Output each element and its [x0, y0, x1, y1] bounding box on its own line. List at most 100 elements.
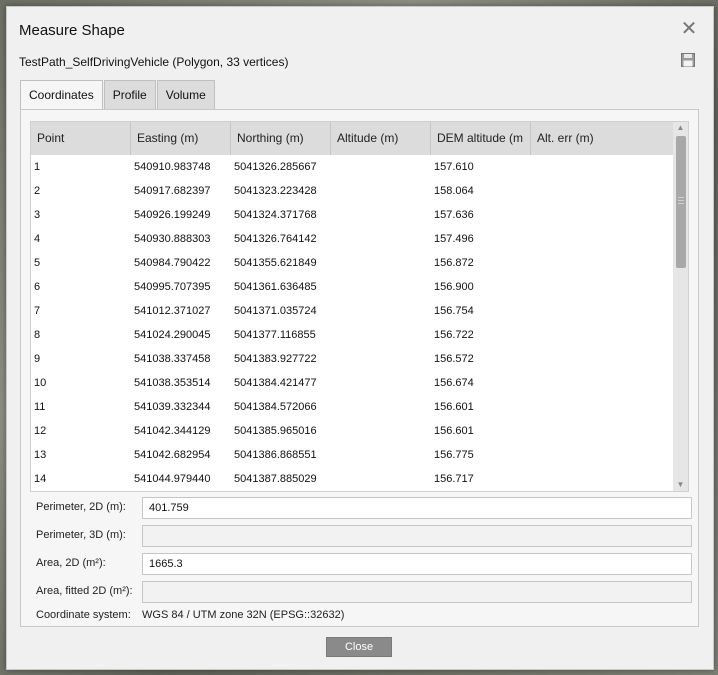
table-row[interactable]: 8 541024.290045 5041377.116855 156.722 — [31, 323, 688, 347]
table-row[interactable]: 14 541044.979440 5041387.885029 156.717 — [31, 467, 688, 491]
perimeter-3d-field[interactable] — [142, 525, 692, 547]
cell-alt-err — [531, 179, 673, 203]
area-fitted-2d-field[interactable] — [142, 581, 692, 603]
cell-northing: 5041326.764142 — [234, 233, 317, 245]
column-header-easting[interactable]: Easting (m) — [131, 122, 231, 155]
cell-point: 9 — [34, 353, 41, 365]
cell-altitude — [331, 443, 431, 467]
cell-point: 14 — [34, 473, 47, 485]
cell-easting: 541042.344129 — [134, 425, 211, 437]
cell-northing: 5041386.868551 — [234, 449, 317, 461]
cell-northing: 5041384.572066 — [234, 401, 317, 413]
table-row[interactable]: 4 540930.888303 5041326.764142 157.496 — [31, 227, 688, 251]
cell-northing: 5041385.965016 — [234, 425, 317, 437]
cell-northing: 5041324.371768 — [234, 209, 317, 221]
table-header: Point Easting (m) Northing (m) Altitude … — [31, 122, 688, 155]
table-row[interactable]: 3 540926.199249 5041324.371768 157.636 — [31, 203, 688, 227]
cell-point: 1 — [34, 161, 41, 173]
cell-northing: 5041371.035724 — [234, 305, 317, 317]
cell-dem-altitude: 156.601 — [434, 425, 474, 437]
tab-profile[interactable]: Profile — [103, 80, 156, 109]
table-row[interactable]: 6 540995.707395 5041361.636485 156.900 — [31, 275, 688, 299]
save-icon[interactable] — [681, 53, 695, 67]
scroll-down-arrow[interactable]: ▼ — [673, 479, 688, 491]
perimeter-2d-field[interactable]: 401.759 — [142, 497, 692, 519]
close-icon[interactable]: ✕ — [679, 19, 699, 39]
cell-alt-err — [531, 323, 673, 347]
cell-point: 3 — [34, 209, 41, 221]
column-header-point[interactable]: Point — [31, 122, 131, 155]
cell-northing: 5041361.636485 — [234, 281, 317, 293]
cell-easting: 540910.983748 — [134, 161, 211, 173]
tab-bar: Coordinates Profile Volume — [20, 80, 216, 110]
cell-point: 11 — [34, 401, 46, 413]
cell-point: 4 — [34, 233, 41, 245]
cell-dem-altitude: 156.572 — [434, 353, 474, 365]
table-row[interactable]: 2 540917.682397 5041323.223428 158.064 — [31, 179, 688, 203]
cell-dem-altitude: 156.722 — [434, 329, 474, 341]
cell-altitude — [331, 299, 431, 323]
cell-northing: 5041383.927722 — [234, 353, 317, 365]
cell-easting: 540995.707395 — [134, 281, 211, 293]
table-row[interactable]: 1 540910.983748 5041326.285667 157.610 — [31, 155, 688, 179]
cell-alt-err — [531, 203, 673, 227]
cell-easting: 540917.682397 — [134, 185, 211, 197]
column-header-alt-err[interactable]: Alt. err (m) — [531, 122, 673, 155]
cell-easting: 541012.371027 — [134, 305, 211, 317]
vertical-scrollbar[interactable]: ▲ ▼ — [673, 122, 688, 491]
cell-point: 13 — [34, 449, 47, 461]
cell-dem-altitude: 158.064 — [434, 185, 474, 197]
scroll-thumb[interactable] — [676, 136, 686, 268]
table-row[interactable]: 5 540984.790422 5041355.621849 156.872 — [31, 251, 688, 275]
cell-dem-altitude: 156.754 — [434, 305, 474, 317]
cell-altitude — [331, 323, 431, 347]
column-header-northing[interactable]: Northing (m) — [231, 122, 331, 155]
area-2d-field[interactable]: 1665.3 — [142, 553, 692, 575]
area-2d-label: Area, 2D (m²): — [36, 557, 106, 569]
cell-altitude — [331, 227, 431, 251]
coordinates-table: Point Easting (m) Northing (m) Altitude … — [30, 121, 689, 492]
cell-altitude — [331, 467, 431, 491]
scroll-up-arrow[interactable]: ▲ — [673, 122, 688, 134]
column-header-dem-altitude[interactable]: DEM altitude (m — [431, 122, 531, 155]
cell-altitude — [331, 203, 431, 227]
cell-altitude — [331, 251, 431, 275]
cell-alt-err — [531, 419, 673, 443]
area-fitted-2d-row: Area, fitted 2D (m²): — [30, 581, 694, 603]
perimeter-3d-row: Perimeter, 3D (m): — [30, 525, 694, 547]
cell-easting: 541024.290045 — [134, 329, 211, 341]
cell-dem-altitude: 156.601 — [434, 401, 474, 413]
table-row[interactable]: 13 541042.682954 5041386.868551 156.775 — [31, 443, 688, 467]
cell-alt-err — [531, 275, 673, 299]
coordinates-panel: Point Easting (m) Northing (m) Altitude … — [20, 109, 699, 627]
coordinate-system-value: WGS 84 / UTM zone 32N (EPSG::32632) — [142, 609, 345, 621]
cell-dem-altitude: 156.674 — [434, 377, 474, 389]
cell-altitude — [331, 395, 431, 419]
perimeter-2d-row: Perimeter, 2D (m): 401.759 — [30, 497, 694, 519]
cell-dem-altitude: 157.636 — [434, 209, 474, 221]
column-header-altitude[interactable]: Altitude (m) — [331, 122, 431, 155]
cell-alt-err — [531, 395, 673, 419]
cell-northing: 5041387.885029 — [234, 473, 317, 485]
table-row[interactable]: 10 541038.353514 5041384.421477 156.674 — [31, 371, 688, 395]
cell-dem-altitude: 157.496 — [434, 233, 474, 245]
cell-easting: 540984.790422 — [134, 257, 211, 269]
table-row[interactable]: 12 541042.344129 5041385.965016 156.601 — [31, 419, 688, 443]
cell-easting: 541039.332344 — [134, 401, 211, 413]
close-button[interactable]: Close — [326, 637, 392, 657]
dialog-title: Measure Shape — [19, 22, 125, 39]
cell-altitude — [331, 275, 431, 299]
tab-coordinates[interactable]: Coordinates — [20, 80, 103, 110]
cell-northing: 5041323.223428 — [234, 185, 317, 197]
table-row[interactable]: 11 541039.332344 5041384.572066 156.601 — [31, 395, 688, 419]
cell-point: 10 — [34, 377, 47, 389]
cell-dem-altitude: 156.872 — [434, 257, 474, 269]
table-row[interactable]: 9 541038.337458 5041383.927722 156.572 — [31, 347, 688, 371]
tab-volume[interactable]: Volume — [156, 80, 215, 109]
cell-northing: 5041355.621849 — [234, 257, 317, 269]
cell-altitude — [331, 371, 431, 395]
cell-dem-altitude: 156.775 — [434, 449, 474, 461]
cell-easting: 541038.353514 — [134, 377, 211, 389]
table-row[interactable]: 7 541012.371027 5041371.035724 156.754 — [31, 299, 688, 323]
cell-northing: 5041326.285667 — [234, 161, 317, 173]
